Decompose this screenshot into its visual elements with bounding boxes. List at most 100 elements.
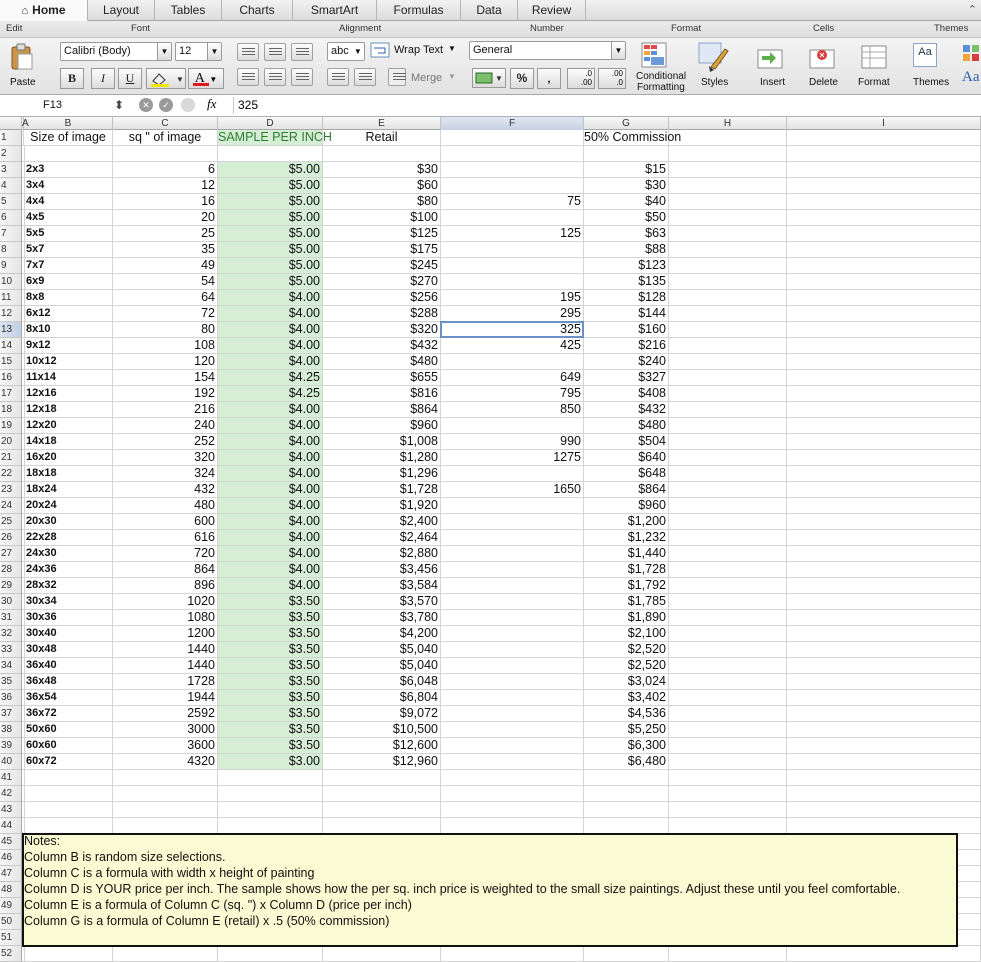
tab-data[interactable]: Data xyxy=(461,0,518,21)
wrap-text-button[interactable] xyxy=(370,42,392,65)
cell-b44[interactable] xyxy=(24,818,113,834)
cell-e28[interactable]: $3,456 xyxy=(323,562,441,578)
cell-b5[interactable]: 4x4 xyxy=(24,194,113,210)
row-header[interactable]: 15 xyxy=(0,354,22,370)
cell-g8[interactable]: $88 xyxy=(584,242,669,258)
cell-i3[interactable] xyxy=(787,162,981,178)
cell-i28[interactable] xyxy=(787,562,981,578)
cell-c17[interactable]: 192 xyxy=(113,386,218,402)
cell-e10[interactable]: $270 xyxy=(323,274,441,290)
cell-f8[interactable] xyxy=(441,242,584,258)
cell-c22[interactable]: 324 xyxy=(113,466,218,482)
cell-g27[interactable]: $1,440 xyxy=(584,546,669,562)
cell-f34[interactable] xyxy=(441,658,584,674)
cell-c40[interactable]: 4320 xyxy=(113,754,218,770)
row-header[interactable]: 35 xyxy=(0,674,22,690)
cell-b28[interactable]: 24x36 xyxy=(24,562,113,578)
cell-f5[interactable]: 75 xyxy=(441,194,584,210)
cell-d8[interactable]: $5.00 xyxy=(218,242,323,258)
cell-e18[interactable]: $864 xyxy=(323,402,441,418)
cell-h39[interactable] xyxy=(669,738,787,754)
cell-d24[interactable]: $4.00 xyxy=(218,498,323,514)
row-header[interactable]: 37 xyxy=(0,706,22,722)
cell-g42[interactable] xyxy=(584,786,669,802)
row-header[interactable]: 39 xyxy=(0,738,22,754)
cell-h32[interactable] xyxy=(669,626,787,642)
cell-c19[interactable]: 240 xyxy=(113,418,218,434)
cell-g14[interactable]: $216 xyxy=(584,338,669,354)
cell-i17[interactable] xyxy=(787,386,981,402)
align-right-button[interactable] xyxy=(291,68,313,86)
row-header[interactable]: 28 xyxy=(0,562,22,578)
cell-f27[interactable] xyxy=(441,546,584,562)
cell-b42[interactable] xyxy=(24,786,113,802)
row-header[interactable]: 23 xyxy=(0,482,22,498)
cell-h29[interactable] xyxy=(669,578,787,594)
tab-charts[interactable]: Charts xyxy=(222,0,293,21)
row-header[interactable]: 26 xyxy=(0,530,22,546)
cell-d28[interactable]: $4.00 xyxy=(218,562,323,578)
row-header[interactable]: 30 xyxy=(0,594,22,610)
cell-i41[interactable] xyxy=(787,770,981,786)
cell-e26[interactable]: $2,464 xyxy=(323,530,441,546)
row-header[interactable]: 20 xyxy=(0,434,22,450)
cell-f42[interactable] xyxy=(441,786,584,802)
column-header-h[interactable]: H xyxy=(669,117,787,130)
cell-f52[interactable] xyxy=(441,946,584,962)
cell-c36[interactable]: 1944 xyxy=(113,690,218,706)
cell-f36[interactable] xyxy=(441,690,584,706)
column-title-g[interactable]: 50% Commission xyxy=(584,130,681,146)
cell-e21[interactable]: $1,280 xyxy=(323,450,441,466)
cell-e8[interactable]: $175 xyxy=(323,242,441,258)
cell-d25[interactable]: $4.00 xyxy=(218,514,323,530)
cell-h33[interactable] xyxy=(669,642,787,658)
align-center-button[interactable] xyxy=(264,68,286,86)
cell-c18[interactable]: 216 xyxy=(113,402,218,418)
cell-d42[interactable] xyxy=(218,786,323,802)
cell-i1[interactable] xyxy=(787,130,981,146)
cell-b29[interactable]: 28x32 xyxy=(24,578,113,594)
cell-b33[interactable]: 30x48 xyxy=(24,642,113,658)
cell-b38[interactable]: 50x60 xyxy=(24,722,113,738)
cell-g20[interactable]: $504 xyxy=(584,434,669,450)
row-header[interactable]: 1 xyxy=(0,130,22,146)
cell-i5[interactable] xyxy=(787,194,981,210)
tab-review[interactable]: Review xyxy=(518,0,586,21)
row-header[interactable]: 3 xyxy=(0,162,22,178)
cell-i30[interactable] xyxy=(787,594,981,610)
cell-c28[interactable]: 864 xyxy=(113,562,218,578)
cell-h30[interactable] xyxy=(669,594,787,610)
cell-d10[interactable]: $5.00 xyxy=(218,274,323,290)
row-header[interactable]: 13 xyxy=(0,322,22,338)
row-header[interactable]: 27 xyxy=(0,546,22,562)
cell-h26[interactable] xyxy=(669,530,787,546)
cell-g3[interactable]: $15 xyxy=(584,162,669,178)
cell-h8[interactable] xyxy=(669,242,787,258)
cell-f13[interactable]: 325 xyxy=(441,322,584,338)
cell-i22[interactable] xyxy=(787,466,981,482)
cell-c41[interactable] xyxy=(113,770,218,786)
cell-e33[interactable]: $5,040 xyxy=(323,642,441,658)
cell-f29[interactable] xyxy=(441,578,584,594)
cell-e23[interactable]: $1,728 xyxy=(323,482,441,498)
cell-d4[interactable]: $5.00 xyxy=(218,178,323,194)
cell-d27[interactable]: $4.00 xyxy=(218,546,323,562)
italic-button[interactable]: I xyxy=(91,68,115,89)
theme-fonts-button[interactable]: Aa xyxy=(962,69,980,86)
cell-h52[interactable] xyxy=(669,946,787,962)
delete-cells-button[interactable] xyxy=(808,46,842,79)
formula-input[interactable]: 325 xyxy=(233,97,979,114)
cell-g25[interactable]: $1,200 xyxy=(584,514,669,530)
cell-g17[interactable]: $408 xyxy=(584,386,669,402)
cell-e42[interactable] xyxy=(323,786,441,802)
cell-c16[interactable]: 154 xyxy=(113,370,218,386)
cell-f12[interactable]: 295 xyxy=(441,306,584,322)
cell[interactable] xyxy=(957,882,981,898)
cell-b26[interactable]: 22x28 xyxy=(24,530,113,546)
cell-c3[interactable]: 6 xyxy=(113,162,218,178)
cell-f32[interactable] xyxy=(441,626,584,642)
cell-e36[interactable]: $6,804 xyxy=(323,690,441,706)
cell-d30[interactable]: $3.50 xyxy=(218,594,323,610)
cell-g12[interactable]: $144 xyxy=(584,306,669,322)
cell-d12[interactable]: $4.00 xyxy=(218,306,323,322)
